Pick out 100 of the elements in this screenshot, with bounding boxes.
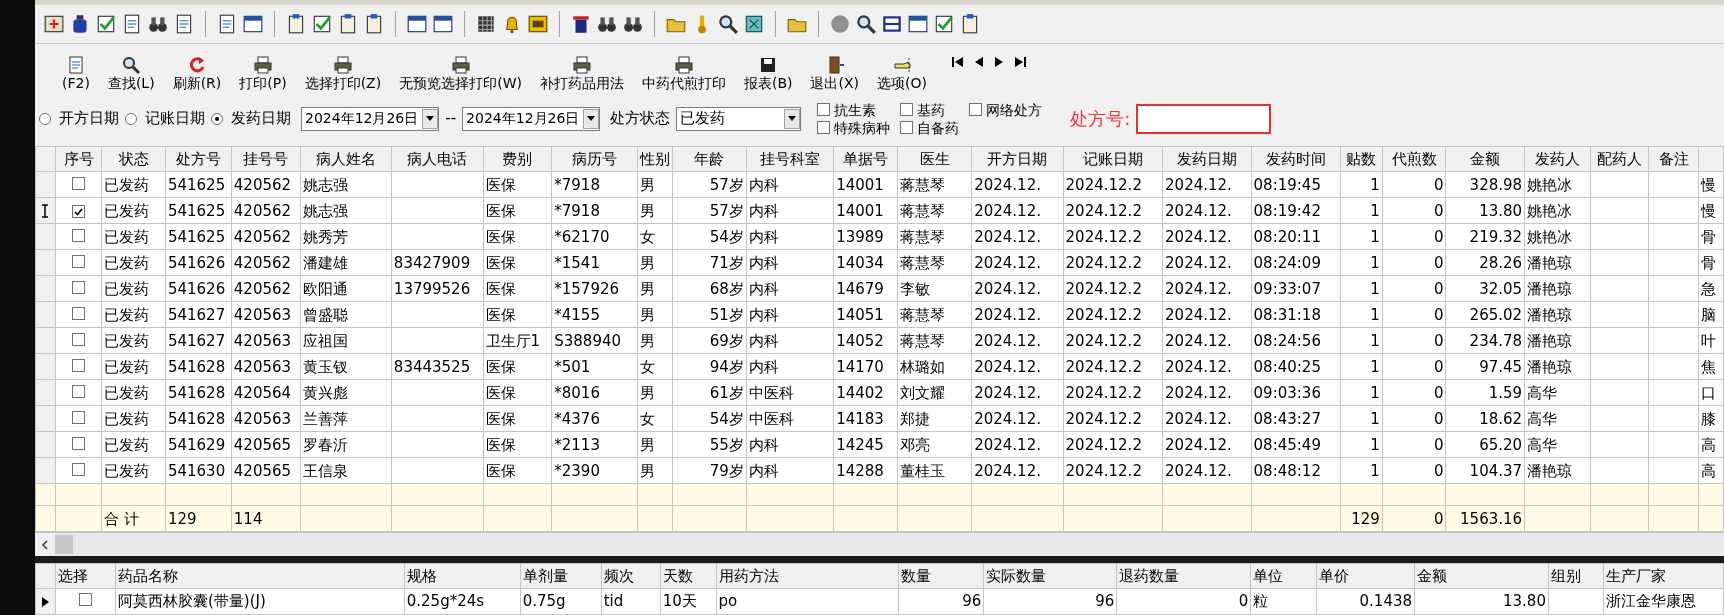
- table-cell: 王信泉: [300, 457, 392, 484]
- table-cell: 2024.12.: [971, 431, 1064, 458]
- radio-button[interactable]: [39, 112, 51, 125]
- column-header[interactable]: 病人电话: [391, 146, 484, 172]
- column-header[interactable]: 频次: [601, 563, 661, 589]
- table-cell: 2024.12.: [1162, 171, 1252, 198]
- column-header[interactable]: 处方号: [165, 146, 232, 172]
- column-header[interactable]: 开方日期: [971, 146, 1064, 172]
- column-header[interactable]: 单价: [1316, 563, 1415, 589]
- date-field[interactable]: 2024年12月26日: [301, 106, 440, 131]
- checkbox[interactable]: [969, 103, 983, 117]
- column-header[interactable]: 挂号科室: [746, 146, 834, 172]
- column-header[interactable]: 病历号: [551, 146, 638, 172]
- column-header[interactable]: 性别: [637, 146, 673, 172]
- toolbar-button[interactable]: 查找(L): [100, 54, 162, 92]
- column-header[interactable]: 年龄: [672, 146, 747, 172]
- column-header[interactable]: 医生: [897, 146, 972, 172]
- checkbox[interactable]: [817, 121, 831, 135]
- checkbox[interactable]: [78, 593, 92, 607]
- date-field[interactable]: 2024年12月26日: [462, 106, 601, 131]
- toolbar-button[interactable]: 报表(B): [736, 54, 800, 92]
- checkbox[interactable]: [72, 332, 85, 346]
- search-icon[interactable]: [717, 13, 739, 36]
- toolbar-button[interactable]: 补打药品用法: [532, 54, 631, 92]
- checkbox[interactable]: [72, 384, 85, 398]
- column-header[interactable]: 选择: [55, 563, 116, 589]
- checkbox[interactable]: [72, 410, 85, 424]
- column-header[interactable]: 发药人: [1524, 146, 1591, 172]
- table-cell: 已发药: [101, 457, 166, 484]
- column-header[interactable]: 贴数: [1340, 146, 1383, 172]
- checkbox[interactable]: [72, 358, 85, 372]
- column-header[interactable]: 发药日期: [1162, 146, 1252, 172]
- scrollbar-thumb[interactable]: [55, 535, 73, 555]
- toolbar-button[interactable]: 打印(P): [232, 54, 294, 92]
- column-header[interactable]: 单剂量: [520, 563, 602, 589]
- table-cell: 2024.12.2: [1063, 275, 1163, 302]
- table-cell: 0: [1382, 379, 1446, 406]
- column-header[interactable]: 备注: [1648, 146, 1699, 172]
- radio-button[interactable]: [211, 112, 223, 125]
- prescription-number-field[interactable]: [1136, 103, 1272, 134]
- checkbox[interactable]: [72, 436, 85, 450]
- checkbox[interactable]: [900, 103, 914, 117]
- checkbox[interactable]: [72, 306, 85, 320]
- column-header[interactable]: 天数: [660, 563, 717, 589]
- column-header[interactable]: 配药人: [1590, 146, 1649, 172]
- search-icon[interactable]: [855, 13, 877, 36]
- checkbox[interactable]: [817, 103, 831, 117]
- checkbox[interactable]: [72, 228, 85, 242]
- column-header[interactable]: 组别: [1548, 563, 1604, 589]
- column-header[interactable]: 记账日期: [1063, 146, 1163, 172]
- toolbar-button[interactable]: 刷新(R): [165, 54, 229, 92]
- table-cell: *7918: [551, 171, 638, 198]
- column-header[interactable]: 发药时间: [1251, 146, 1341, 172]
- column-header[interactable]: 序号: [55, 146, 102, 172]
- toolbar-button[interactable]: 无预览选择打印(W): [392, 54, 529, 92]
- first-record-icon[interactable]: [951, 56, 964, 69]
- scroll-left-button[interactable]: [35, 533, 55, 557]
- table-cell: 2024.12.: [971, 301, 1064, 328]
- table-cell: 0: [1382, 301, 1446, 328]
- last-record-icon[interactable]: [1013, 56, 1026, 69]
- checkbox[interactable]: [72, 254, 85, 268]
- toolbar-button[interactable]: 中药代煎打印: [634, 54, 733, 92]
- column-header[interactable]: 退药数量: [1116, 563, 1251, 589]
- column-header[interactable]: 单位: [1250, 563, 1317, 589]
- checkbox[interactable]: [72, 280, 85, 294]
- column-header[interactable]: 单据号: [833, 146, 898, 172]
- checkbox[interactable]: [72, 176, 85, 190]
- table-cell: 内科: [746, 301, 834, 328]
- table-cell: 高: [1698, 431, 1724, 458]
- column-header[interactable]: 费别: [483, 146, 552, 172]
- column-header[interactable]: 实际数量: [983, 563, 1117, 589]
- column-header[interactable]: 金额: [1445, 146, 1525, 172]
- previous-icon[interactable]: [973, 56, 984, 69]
- column-header[interactable]: 规格: [404, 563, 521, 589]
- table-cell: po: [716, 588, 899, 615]
- column-header[interactable]: 药品名称: [115, 563, 405, 589]
- table-cell: 08:19:45: [1251, 171, 1341, 198]
- column-header[interactable]: 生产厂家: [1603, 563, 1724, 589]
- toolbar-button[interactable]: 选择打印(Z): [297, 54, 389, 92]
- column-header[interactable]: 代煎数: [1382, 146, 1446, 172]
- column-header[interactable]: 金额: [1414, 563, 1549, 589]
- column-header[interactable]: 用药方法: [716, 563, 899, 589]
- toolbar-button[interactable]: 退出(X): [803, 54, 866, 92]
- checkbox[interactable]: [72, 462, 85, 476]
- checkbox[interactable]: [72, 205, 85, 219]
- table-cell: 潘艳琼: [1524, 301, 1591, 328]
- table-cell: 68岁: [672, 275, 747, 302]
- next-icon[interactable]: [993, 56, 1004, 69]
- toolbar-button[interactable]: (F2): [55, 54, 97, 92]
- radio-button[interactable]: [125, 112, 137, 125]
- table-cell: 蒋慧琴: [897, 327, 972, 354]
- column-header[interactable]: 数量: [898, 563, 984, 589]
- status-dropdown[interactable]: 已发药: [676, 106, 802, 131]
- table-cell: 08:24:56: [1251, 327, 1341, 354]
- trash-can-icon[interactable]: [570, 13, 592, 36]
- column-header[interactable]: 病人姓名: [300, 146, 392, 172]
- column-header[interactable]: 状态: [101, 146, 166, 172]
- column-header[interactable]: 挂号号: [231, 146, 301, 172]
- toolbar-button[interactable]: 选项(O): [870, 54, 934, 92]
- checkbox[interactable]: [900, 121, 914, 135]
